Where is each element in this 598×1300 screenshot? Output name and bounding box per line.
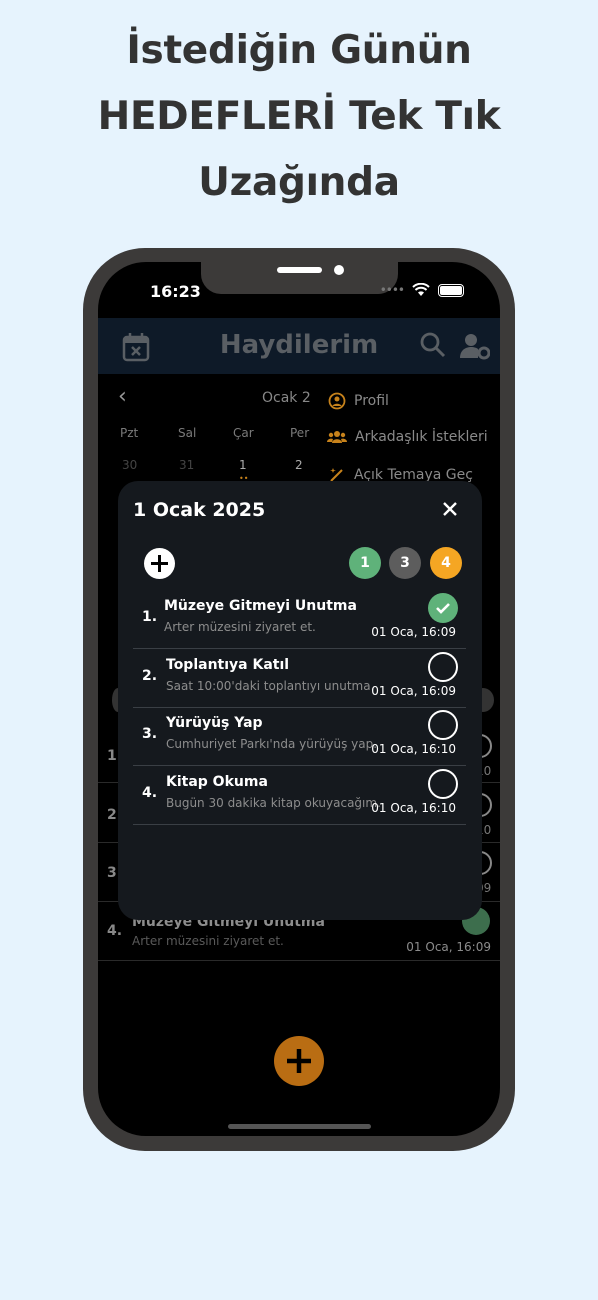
task-title: Yürüyüş Yap <box>166 715 263 731</box>
add-task-button[interactable] <box>144 548 175 579</box>
task-number: 3. <box>142 726 158 742</box>
headline-line-1: İstediğin Günün <box>126 28 472 73</box>
add-goal-button[interactable] <box>274 1036 324 1086</box>
headline-line-3: Uzağında <box>198 160 400 205</box>
close-icon[interactable] <box>440 499 460 519</box>
task-title: Kitap Okuma <box>166 774 268 790</box>
check-icon <box>436 603 450 614</box>
day-goals-modal: 1 Ocak 2025 1 3 4 1. Müzeye Gitmeyi Unut… <box>118 481 482 920</box>
task-row[interactable]: 4. Kitap Okuma Bugün 30 dakika kitap oku… <box>133 767 466 825</box>
task-time: 01 Oca, 16:10 <box>371 801 456 815</box>
marketing-headline: İstediğin Günün HEDEFLERİ Tek Tık Uzağın… <box>0 18 598 216</box>
profile-icon <box>328 392 346 410</box>
weekday-label: Pzt <box>120 426 139 440</box>
task-number: 1. <box>142 609 158 625</box>
total-count-badge[interactable]: 4 <box>430 547 462 579</box>
task-description: Bugün 30 dakika kitap okuyacağım. <box>166 796 381 810</box>
modal-title: 1 Ocak 2025 <box>133 499 266 521</box>
bg-row-num: 4. <box>107 923 123 939</box>
menu-label-friend-requests: Arkadaşlık İstekleri <box>355 429 488 445</box>
calendar-day[interactable]: 2 <box>295 458 303 472</box>
users-icon <box>327 431 347 443</box>
search-icon[interactable] <box>420 332 446 358</box>
camera <box>334 265 344 275</box>
task-time: 01 Oca, 16:10 <box>371 742 456 756</box>
task-row[interactable]: 3. Yürüyüş Yap Cumhuriyet Parkı'nda yürü… <box>133 708 466 766</box>
task-checkbox[interactable] <box>428 652 458 682</box>
weekday-label: Çar <box>233 426 254 440</box>
plus-icon <box>151 555 168 572</box>
weekday-label: Per <box>290 426 310 440</box>
task-description: Arter müzesini ziyaret et. <box>164 620 316 634</box>
calendar-day[interactable]: 30 <box>122 458 137 472</box>
menu-item-friend-requests[interactable]: Arkadaşlık İstekleri <box>327 429 488 445</box>
calendar-day[interactable]: 1 <box>239 458 247 472</box>
task-checkbox[interactable] <box>428 710 458 740</box>
chevron-left-icon[interactable]: ‹ <box>118 384 127 409</box>
task-description: Cumhuriyet Parkı'nda yürüyüş yap. <box>166 737 378 751</box>
weekday-label: Sal <box>178 426 197 440</box>
task-number: 2. <box>142 668 158 684</box>
task-number: 4. <box>142 785 158 801</box>
task-checkbox[interactable] <box>428 769 458 799</box>
notch <box>201 262 398 294</box>
battery-icon <box>438 283 464 297</box>
headline-line-2: HEDEFLERİ Tek Tık <box>97 94 501 139</box>
app-header: Haydilerim <box>98 318 500 374</box>
menu-item-profile[interactable]: Profil <box>328 392 389 410</box>
speaker <box>277 267 322 273</box>
task-row[interactable]: 1. Müzeye Gitmeyi Unutma Arter müzesini … <box>133 591 466 649</box>
user-settings-icon[interactable] <box>460 332 490 360</box>
task-row[interactable]: 2. Toplantıya Katıl Saat 10:00'daki topl… <box>133 650 466 708</box>
signal-icon: •••• <box>379 283 405 297</box>
task-time: 01 Oca, 16:09 <box>371 625 456 639</box>
home-indicator <box>228 1124 371 1129</box>
pending-count-badge[interactable]: 3 <box>389 547 421 579</box>
task-time: 01 Oca, 16:09 <box>371 684 456 698</box>
menu-label-profile: Profil <box>354 393 389 409</box>
plus-icon <box>287 1049 311 1073</box>
completed-count-badge[interactable]: 1 <box>349 547 381 579</box>
task-checkbox-done[interactable] <box>428 593 458 623</box>
bg-row-time: 01 Oca, 16:09 <box>406 940 491 954</box>
wifi-icon <box>412 283 430 296</box>
task-description: Saat 10:00'daki toplantıyı unutma. <box>166 679 375 693</box>
status-time: 16:23 <box>150 282 201 301</box>
calendar-day[interactable]: 31 <box>179 458 194 472</box>
task-title: Müzeye Gitmeyi Unutma <box>164 598 357 614</box>
task-title: Toplantıya Katıl <box>166 657 290 673</box>
bg-row-desc: Arter müzesini ziyaret et. <box>132 934 284 948</box>
calendar-month[interactable]: Ocak 2 <box>262 390 311 406</box>
status-icons: •••• <box>380 283 464 297</box>
